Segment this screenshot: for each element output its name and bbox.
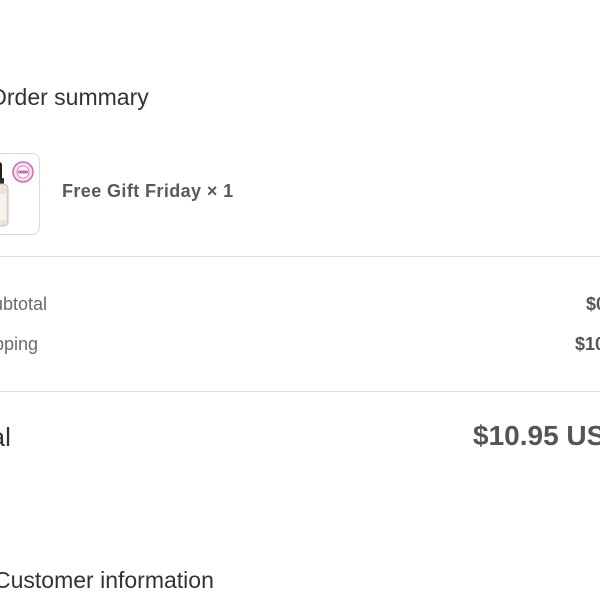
shipping-value: $10.95 [575, 334, 600, 354]
total-value: $10.95 USD [473, 420, 600, 451]
total-label: Total [0, 422, 11, 452]
shipping-label: Shipping [0, 334, 39, 354]
order-summary-title: Order summary [0, 84, 149, 110]
line-item: Free Gift Friday × 1 [0, 150, 600, 236]
divider [0, 256, 600, 257]
customer-information-title: Customer information [0, 567, 214, 593]
divider [0, 391, 600, 392]
order-status-page: Order summary Free Gift Friday × 1 Subto… [0, 0, 600, 600]
product-thumbnail [0, 153, 40, 235]
subtotal-label: Subtotal [0, 294, 48, 314]
product-name: Free Gift Friday × 1 [62, 181, 234, 201]
serum-bottle-image [0, 154, 39, 234]
subtotal-value: $0.00 [586, 294, 600, 314]
